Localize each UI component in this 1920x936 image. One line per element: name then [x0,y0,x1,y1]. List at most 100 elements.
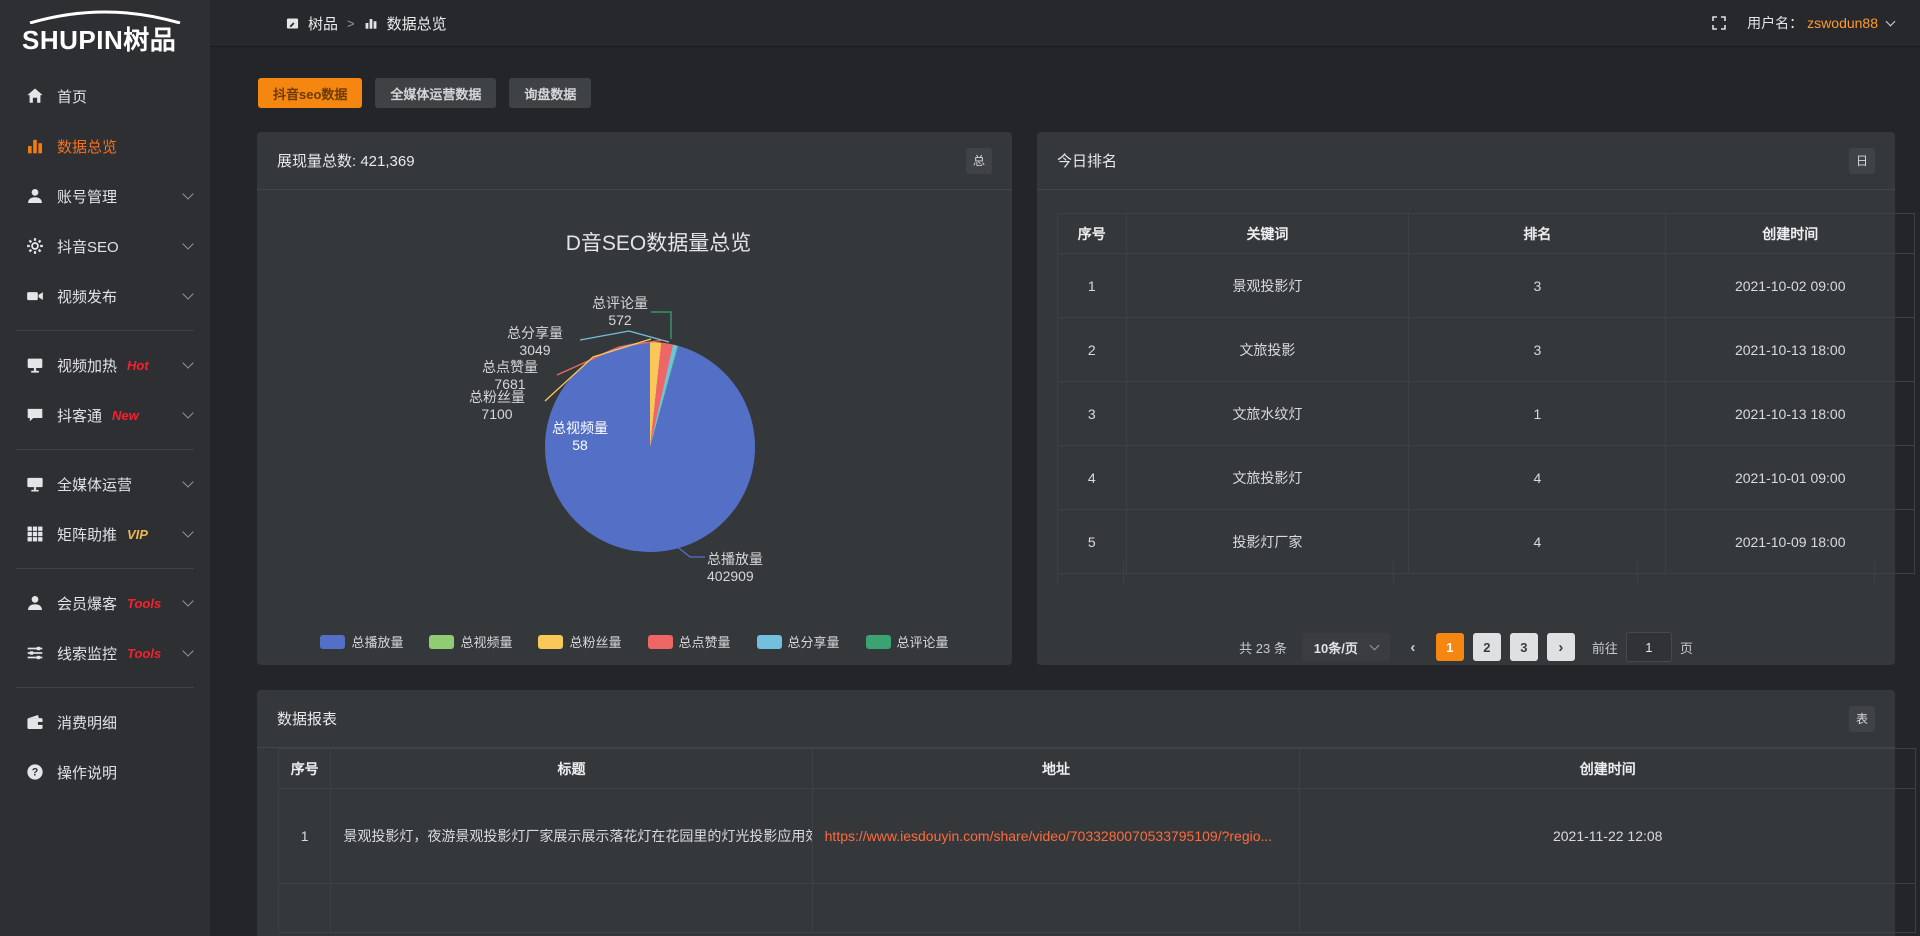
tab-inquiry-data[interactable]: 询盘数据 [509,78,591,108]
home-icon [26,87,44,105]
pie-label-fans: 总粉丝量7100 [452,389,542,423]
tab-omni-media-data[interactable]: 全媒体运营数据 [375,78,496,108]
legend-swatch [538,635,563,649]
ranking-panel-header: 今日排名 日 [1037,132,1895,190]
sidebar-item-lead-monitor[interactable]: 线索监控 Tools [0,628,210,678]
sidebar-item-account-management[interactable]: 账号管理 [0,171,210,221]
sidebar-item-home[interactable]: 首页 [0,71,210,121]
chevron-down-icon [182,288,193,299]
goto-page-input[interactable] [1626,632,1672,662]
legend-item[interactable]: 总点赞量 [648,632,731,651]
chevron-down-icon [182,595,193,606]
table-row: 4 文旅投影灯 4 2021-10-01 09:00 [1058,446,1915,510]
legend-swatch [866,635,891,649]
prev-page-button[interactable]: ‹ [1399,633,1427,661]
chevron-down-icon [182,645,193,656]
sidebar-divider [16,687,194,688]
video-url-cell: https://www.iesdouyin.com/share/video/70… [812,789,1300,884]
sidebar-item-member-burst[interactable]: 会员爆客 Tools [0,578,210,628]
video-title: 景观投影灯，夜游景观投影灯厂家展示展示落花灯在花园里的灯光投影应用效果 #... [331,789,812,884]
tab-douyin-seo-data[interactable]: 抖音seo数据 [258,78,362,108]
impressions-panel: 展现量总数: 421,369 总 D音SEO数据量总览 总评论量572 总分享量… [257,132,1012,665]
new-badge: New [112,408,139,423]
ranking-table: 序号 关键词 排名 创建时间 1 景观投影灯 3 2021-10-02 09:0… [1057,213,1915,574]
chevron-down-icon [182,476,193,487]
sidebar-item-instructions[interactable]: ? 操作说明 [0,747,210,797]
table-row-partial [279,884,1916,933]
sidebar-item-omni-media[interactable]: 全媒体运营 [0,459,210,509]
breadcrumb-root[interactable]: 树品 [308,13,338,34]
legend-swatch [648,635,673,649]
pie-label-plays: 总播放量402909 [707,551,817,585]
breadcrumb-current: 数据总览 [387,13,447,34]
legend-item[interactable]: 总粉丝量 [538,632,621,651]
video-link[interactable]: https://www.iesdouyin.com/share/video/70… [825,828,1273,844]
day-toggle-button[interactable]: 日 [1849,148,1875,174]
seo-pie-chart: D音SEO数据量总览 总评论量572 总分享量3049 总点赞量7681 总粉丝… [257,189,1012,665]
sidebar-item-video-publish[interactable]: 视频发布 [0,271,210,321]
username: zswodun88 [1807,15,1878,31]
pie-label-shares: 总分享量3049 [490,325,580,359]
chevron-down-icon [1369,641,1379,651]
topbar: 树品 > 数据总览 用户名： zswodun88 [210,0,1920,47]
page-button-1[interactable]: 1 [1436,633,1464,661]
table-toggle-button[interactable]: 表 [1849,706,1875,732]
grid-icon [26,525,44,543]
legend-item[interactable]: 总分享量 [757,632,840,651]
table-row: 1 景观投影灯 3 2021-10-02 09:00 [1058,254,1915,318]
chevron-down-icon [182,526,193,537]
chevron-down-icon [182,188,193,199]
page-size-select[interactable]: 10条/页 [1302,633,1390,661]
user-menu[interactable]: 用户名： zswodun88 [1747,13,1894,33]
chevron-down-icon [182,407,193,418]
sidebar: SHUPIN树品 首页 数据总览 账号管理 [0,0,210,936]
fullscreen-icon[interactable] [1711,15,1727,31]
logo-arc [26,10,184,24]
tools-badge: Tools [127,646,161,661]
sidebar-divider [16,449,194,450]
today-ranking-panel: 今日排名 日 序号 关键词 排名 创建时间 1 景观投影灯 3 2021-10-… [1037,132,1895,665]
monitor-icon [26,475,44,493]
sidebar-divider [16,568,194,569]
pagination: 共 23 条 10条/页 ‹ 1 2 3 › 前往 页 [1037,632,1895,662]
report-panel-header: 数据报表 表 [257,690,1895,748]
tools-badge: Tools [127,596,161,611]
page-button-2[interactable]: 2 [1473,633,1501,661]
ranking-panel-title: 今日排名 [1057,150,1117,171]
legend-swatch [757,635,782,649]
goto-label: 前往 [1592,638,1618,657]
table-row: 2 文旅投影 3 2021-10-13 18:00 [1058,318,1915,382]
user-icon [26,187,44,205]
breadcrumb: 树品 > 数据总览 [286,13,447,34]
sidebar-item-video-heat[interactable]: 视频加热 Hot [0,340,210,390]
goto-page: 前往 页 [1592,632,1693,662]
sidebar-item-matrix-boost[interactable]: 矩阵助推 VIP [0,509,210,559]
chevron-down-icon [1886,17,1896,27]
legend-item[interactable]: 总评论量 [866,632,949,651]
bar-chart-icon [26,137,44,155]
report-table-header: 序号 标题 地址 创建时间 [279,749,1916,789]
total-toggle-button[interactable]: 总 [966,148,992,174]
sidebar-item-douyin-seo[interactable]: 抖音SEO [0,221,210,271]
page-button-3[interactable]: 3 [1510,633,1538,661]
sidebar-item-spend-detail[interactable]: 消费明细 [0,697,210,747]
sidebar-item-data-overview[interactable]: 数据总览 [0,121,210,171]
hot-badge: Hot [127,358,149,373]
legend-item[interactable]: 总视频量 [429,632,512,651]
chevron-down-icon [182,238,193,249]
mini-bar-chart-icon [364,16,378,30]
legend-item[interactable]: 总播放量 [320,632,403,651]
sliders-icon [26,644,44,662]
pie-label-comments: 总评论量572 [575,295,665,329]
chart-legend: 总播放量 总视频量 总粉丝量 总点赞量 总分享量 总评论量 [257,632,1012,651]
chevron-down-icon [182,357,193,368]
data-report-panel: 数据报表 表 序号 标题 地址 创建时间 1 景观投影灯，夜游景观投影灯厂家展示… [257,690,1895,936]
page-icon [286,17,299,30]
ranking-table-partial-row [1057,561,1875,584]
chat-bubble-icon [26,406,44,424]
pagination-total: 共 23 条 [1239,638,1287,657]
sidebar-item-doketong[interactable]: 抖客通 New [0,390,210,440]
gear-icon [26,237,44,255]
next-page-button[interactable]: › [1547,633,1575,661]
impressions-panel-header: 展现量总数: 421,369 总 [257,132,1012,190]
